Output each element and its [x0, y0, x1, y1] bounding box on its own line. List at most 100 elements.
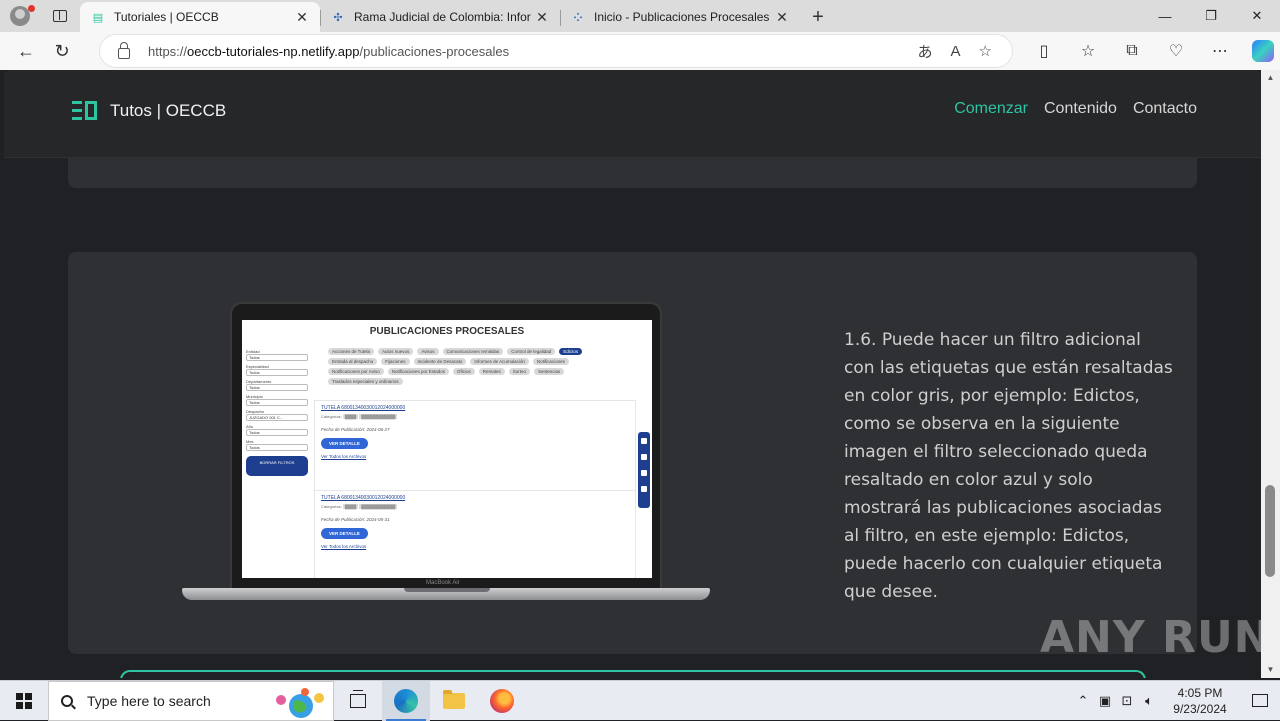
filter-select: JUZGADO 001 C...: [246, 414, 308, 421]
brand-name: Tutos | OECCB: [110, 101, 227, 120]
date-value: 2024-06-27: [366, 427, 390, 432]
page-scrollbar[interactable]: ▲ ▼: [1261, 70, 1280, 678]
screenshot-title: PUBLICACIONES PROCESALES: [369, 326, 525, 337]
chevron-up-icon[interactable]: ⌃: [1072, 693, 1094, 709]
filter-tag-14: Oficios: [452, 368, 475, 375]
notification-icon: [1252, 694, 1268, 707]
windows-logo-icon: [16, 692, 32, 709]
scrollbar-thumb[interactable]: [1265, 485, 1275, 577]
filter-tag-7: Entrada al despacho: [328, 358, 378, 365]
view-all-files-link: Ver Todos los Archivos: [321, 454, 367, 459]
browser-essentials-icon[interactable]: ♡: [1154, 32, 1198, 70]
filter-tag-9: Incidente de Desacato: [413, 358, 467, 365]
scroll-down-icon[interactable]: ▼: [1261, 662, 1280, 678]
site-brand[interactable]: Tutos | OECCB: [72, 101, 226, 121]
filter-tag-6: Edictos: [559, 348, 583, 355]
more-menu-icon[interactable]: ⋯: [1198, 32, 1242, 70]
categories-label: Categorías:: [321, 504, 342, 509]
taskbar-search[interactable]: Type here to search: [48, 680, 334, 721]
filter-tag-4: Comunicaciones remitidas: [442, 348, 504, 355]
network-icon[interactable]: ⊡: [1116, 693, 1138, 709]
taskbar-edge[interactable]: [382, 680, 430, 721]
filter-select: Todos: [246, 429, 308, 436]
rama-judicial-icon: ✣: [333, 11, 343, 24]
tab-rama-judicial[interactable]: ✣ Rama Judicial de Colombia: Infor ✕: [320, 2, 560, 32]
edge-icon: [394, 688, 418, 713]
tab-publicaciones[interactable]: ⁘ Inicio - Publicaciones Procesales ✕: [560, 2, 800, 32]
filter-tag-16: Sorteo: [508, 368, 531, 375]
clock[interactable]: 4:05 PM 9/23/2024: [1160, 685, 1240, 717]
view-all-files-link: Ver Todos los Archivos: [321, 544, 367, 549]
windows-taskbar: Type here to search ⌃ ▣ ⊡ 🔈︎ 4:05 PM 9/2…: [0, 680, 1280, 721]
scroll-up-icon[interactable]: ▲: [1261, 70, 1280, 86]
new-tab-button[interactable]: +: [800, 2, 836, 32]
step-card: PUBLICACIONES PROCESALES Entidad Todos E…: [68, 252, 1197, 654]
browser-tab-bar: ▤ Tutoriales | OECCB ✕ ✣ Rama Judicial d…: [0, 0, 1280, 32]
restore-icon[interactable]: ❐: [1188, 0, 1234, 32]
url-bar[interactable]: https://oeccb-tutoriales-np.netlify.app /…: [100, 35, 1012, 67]
close-tab-icon[interactable]: ✕: [534, 9, 550, 26]
laptop-screenshot: PUBLICACIONES PROCESALES Entidad Todos E…: [180, 300, 710, 605]
filter-tag-10: Informes de Acumulación: [470, 358, 529, 365]
result-categories: Categorías: ████ ████████████: [321, 504, 398, 509]
view-detail-button: VER DETALLE: [321, 438, 368, 449]
screenshot-tags: Acciones de Tutela Autos nuevos Avisos Comu…: [328, 348, 628, 385]
refresh-icon[interactable]: ↻: [44, 35, 80, 67]
task-view-button[interactable]: [334, 681, 382, 721]
laptop-lid: PUBLICACIONES PROCESALES Entidad Todos E…: [230, 302, 662, 594]
tab-title: Rama Judicial de Colombia: Infor: [354, 10, 531, 24]
tab-tutoriales[interactable]: ▤ Tutoriales | OECCB ✕: [80, 2, 320, 32]
filter-tag-1: Acciones de Tutela: [328, 348, 375, 355]
window-controls: — ❐ ✕: [1142, 0, 1280, 32]
favorites-icon[interactable]: ☆: [1066, 32, 1110, 70]
taskbar-explorer[interactable]: [430, 681, 478, 721]
page-viewport: Tutos | OECCB Comenzar Contenido Contact…: [4, 70, 1261, 678]
step-description: 1.6. Puede hacer un filtro adicional con…: [844, 330, 1173, 602]
result-item: TUTELA 68001340030012024000000 Categoría…: [315, 401, 635, 491]
taskbar-firefox[interactable]: [478, 681, 526, 721]
date-label: Fecha de Publicación:: [321, 427, 366, 432]
firefox-icon: [490, 688, 514, 713]
url-path: /publicaciones-procesales: [359, 43, 510, 59]
nav-contenido[interactable]: Contenido: [1044, 100, 1117, 118]
profile-avatar-icon[interactable]: [0, 0, 40, 32]
laptop-screen: PUBLICACIONES PROCESALES Entidad Todos E…: [242, 320, 652, 578]
translate-icon[interactable]: あ: [918, 41, 933, 62]
filter-tag-11: Notificaciones: [532, 358, 569, 365]
filter-tag-18: Traslados especiales y ordinarios: [328, 378, 403, 385]
result-title: TUTELA 68001340030012024000000: [321, 495, 406, 501]
favorite-star-icon[interactable]: ☆: [979, 42, 992, 60]
device-label: MacBook Air: [426, 580, 460, 586]
result-item: TUTELA 68001340030012024000000 Categoría…: [315, 491, 635, 578]
tab-title: Inicio - Publicaciones Procesales: [594, 10, 770, 24]
nav-contacto[interactable]: Contacto: [1133, 100, 1197, 118]
clear-filters-button: BORRAR FILTROS: [246, 456, 308, 476]
close-tab-icon[interactable]: ✕: [294, 9, 310, 26]
site-nav: Comenzar Contenido Contacto: [954, 100, 1197, 118]
copilot-icon[interactable]: [1252, 40, 1274, 62]
filter-tag-13: Notificaciones por Estados: [387, 368, 449, 375]
read-aloud-icon[interactable]: A: [951, 43, 961, 60]
filter-tag-15: Remates: [478, 368, 505, 375]
device-icon[interactable]: ▣: [1094, 693, 1116, 709]
search-placeholder: Type here to search: [87, 692, 211, 709]
close-tab-icon[interactable]: ✕: [774, 9, 790, 26]
filter-select: Todos: [246, 354, 308, 361]
close-window-icon[interactable]: ✕: [1234, 0, 1280, 32]
tab-actions-icon[interactable]: [40, 0, 80, 32]
start-button[interactable]: [0, 681, 48, 721]
volume-icon[interactable]: 🔈︎: [1138, 693, 1160, 709]
collections-icon[interactable]: ⧉: [1110, 32, 1154, 70]
system-tray: ⌃ ▣ ⊡ 🔈︎ 4:05 PM 9/23/2024: [1072, 681, 1280, 721]
filter-tag-17: Sentencias: [534, 368, 565, 375]
nav-comenzar[interactable]: Comenzar: [954, 100, 1028, 118]
split-screen-icon[interactable]: ▯: [1022, 32, 1066, 70]
date-label: Fecha de Publicación:: [321, 517, 366, 522]
back-arrow-icon[interactable]: ←: [8, 35, 44, 67]
search-highlight-icon: [276, 687, 324, 718]
notifications-button[interactable]: [1240, 681, 1280, 721]
publicaciones-icon: ⁘: [573, 11, 583, 24]
url-host: oeccb-tutoriales-np.netlify.app: [187, 43, 360, 59]
result-title: TUTELA 68001340030012024000000: [321, 405, 406, 411]
minimize-icon[interactable]: —: [1142, 0, 1188, 32]
